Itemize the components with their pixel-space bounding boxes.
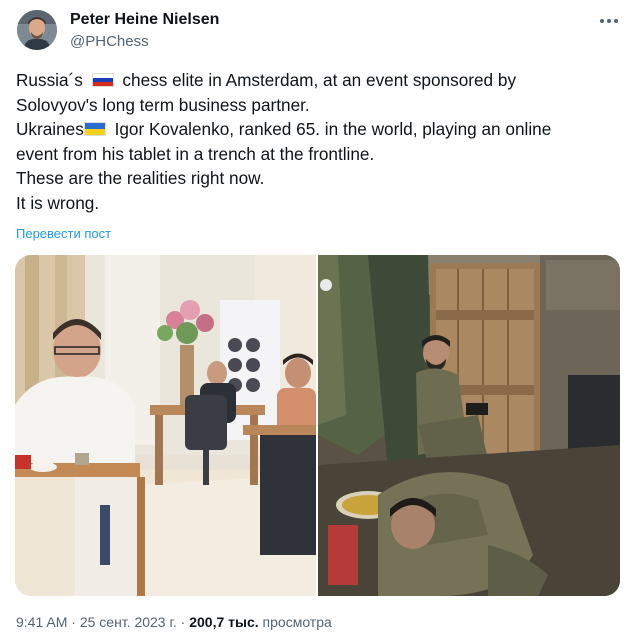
post-date[interactable]: 25 сент. 2023 г. [80,614,177,630]
tweet-line-2: Solovyov's long term business partner. [16,94,310,115]
tweet-line-3: Ukraines Igor Kovalenko, ranked 65. in t… [16,117,626,142]
post-time[interactable]: 9:41 AM [16,614,67,630]
tweet-line-1: Russia´s chess elite in Amsterdam, at an… [16,68,626,93]
tweet-text: Russia´s chess elite in Amsterdam, at an… [16,68,626,216]
meta-separator: · [176,614,190,630]
ukraine-flag-icon [83,122,106,137]
tweet-text-segment: Ukraines [16,119,84,140]
meta-separator: · [67,614,80,630]
tweet-text-segment: Russia´s [16,70,88,90]
photo-chess-event[interactable] [15,255,316,596]
views-label: просмотра [258,614,332,630]
tweet-card: Peter Heine Nielsen @PHChess Russia´s ch… [0,0,640,639]
views-count: 200,7 тыс. [189,614,259,630]
tweet-text-segment: chess elite in Amsterdam, at an event sp… [117,70,517,90]
russia-flag-icon [91,73,114,87]
photo-trench[interactable] [318,255,620,596]
tweet-line-4: event from his tablet in a trench at the… [16,143,375,164]
translate-post-link[interactable]: Перевести пост [16,226,111,241]
more-options-icon[interactable] [598,12,620,30]
avatar[interactable] [17,10,57,50]
tweet-line-6: It is wrong. [16,192,100,213]
tweet-text-segment: Igor Kovalenko, ranked 65. in the world,… [109,119,552,140]
author-name[interactable]: Peter Heine Nielsen [70,11,219,29]
author-handle[interactable]: @PHChess [70,33,149,50]
media-grid [15,255,620,596]
tweet-line-5: These are the realities right now. [16,168,265,189]
tweet-meta: 9:41 AM · 25 сент. 2023 г. · 200,7 тыс. … [16,614,332,630]
